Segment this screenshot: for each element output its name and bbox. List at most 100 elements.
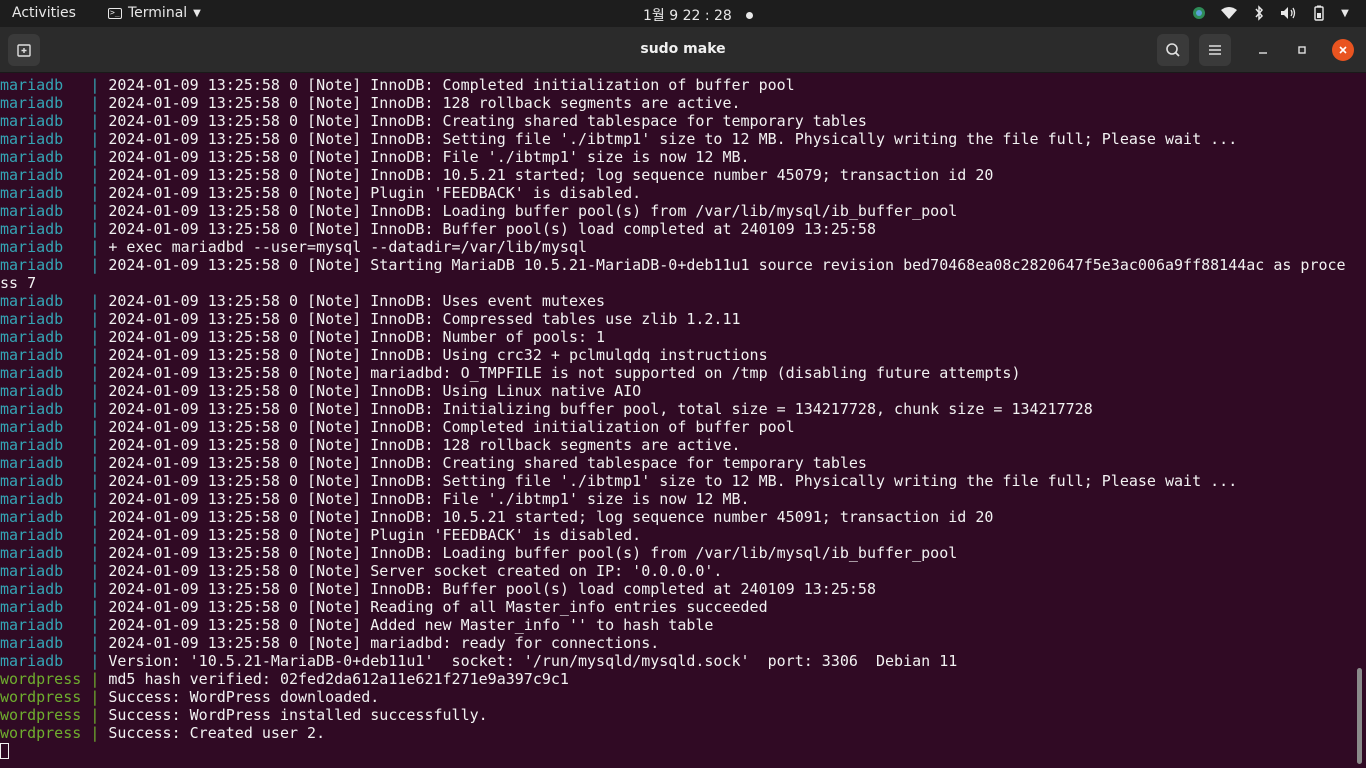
terminal-line: wordpress | Success: WordPress installed… (0, 706, 1358, 724)
terminal-line: mariadb | 2024-01-09 13:25:58 0 [Note] I… (0, 346, 1358, 364)
service-separator: | (90, 418, 109, 436)
service-name: mariadb (0, 310, 91, 328)
terminal-line: mariadb | 2024-01-09 13:25:58 0 [Note] I… (0, 148, 1358, 166)
terminal-output[interactable]: mariadb | 2024-01-09 13:25:58 0 [Note] I… (0, 76, 1358, 768)
system-menu-caret-icon[interactable]: ▼ (1340, 4, 1350, 22)
log-message: 2024-01-09 13:25:58 0 [Note] InnoDB: Fil… (108, 490, 750, 508)
activities-button[interactable]: Activities (12, 5, 76, 21)
service-name: mariadb (0, 292, 91, 310)
input-method-icon[interactable] (1190, 4, 1208, 22)
log-message: 2024-01-09 13:25:58 0 [Note] InnoDB: Cre… (108, 112, 867, 130)
log-message: md5 hash verified: 02fed2da612a11e621f27… (108, 670, 569, 688)
log-message: Success: WordPress installed successfull… (108, 706, 488, 724)
service-name: mariadb (0, 490, 91, 508)
terminal-line: ss 7 (0, 274, 1358, 292)
terminal-line: mariadb | Version: '10.5.21-MariaDB-0+de… (0, 652, 1358, 670)
terminal-icon: >_ (108, 7, 122, 19)
service-name: mariadb (0, 184, 91, 202)
battery-icon[interactable] (1310, 4, 1328, 22)
log-message: ss 7 (0, 274, 37, 292)
service-name: wordpress (0, 706, 91, 724)
terminal-scrollbar[interactable] (1357, 668, 1362, 764)
log-message: 2024-01-09 13:25:58 0 [Note] InnoDB: Com… (108, 418, 795, 436)
service-separator: | (90, 580, 109, 598)
terminal-line: mariadb | 2024-01-09 13:25:58 0 [Note] I… (0, 580, 1358, 598)
log-message: 2024-01-09 13:25:58 0 [Note] InnoDB: Com… (108, 76, 795, 94)
terminal-line: mariadb | 2024-01-09 13:25:58 0 [Note] I… (0, 544, 1358, 562)
terminal-line: mariadb | 2024-01-09 13:25:58 0 [Note] I… (0, 400, 1358, 418)
service-name: mariadb (0, 130, 91, 148)
service-name: mariadb (0, 400, 91, 418)
log-message: 2024-01-09 13:25:58 0 [Note] InnoDB: Usi… (108, 346, 768, 364)
service-separator: | (90, 220, 109, 238)
terminal-line: mariadb | 2024-01-09 13:25:58 0 [Note] P… (0, 526, 1358, 544)
close-icon (1339, 46, 1347, 54)
menu-button[interactable] (1199, 34, 1231, 66)
log-message: 2024-01-09 13:25:58 0 [Note] InnoDB: Set… (108, 130, 1238, 148)
service-name: mariadb (0, 238, 91, 256)
service-separator: | (90, 346, 109, 364)
service-separator: | (90, 202, 109, 220)
log-message: 2024-01-09 13:25:58 0 [Note] InnoDB: Cre… (108, 454, 867, 472)
service-separator: | (90, 256, 109, 274)
log-message: 2024-01-09 13:25:58 0 [Note] Added new M… (108, 616, 714, 634)
service-name: mariadb (0, 112, 91, 130)
service-name: mariadb (0, 256, 91, 274)
terminal-line: mariadb | 2024-01-09 13:25:58 0 [Note] R… (0, 598, 1358, 616)
service-name: wordpress (0, 724, 91, 742)
terminal-line: mariadb | 2024-01-09 13:25:58 0 [Note] I… (0, 472, 1358, 490)
terminal-prompt-line[interactable] (0, 742, 1358, 760)
log-message: 2024-01-09 13:25:58 0 [Note] InnoDB: Loa… (108, 202, 958, 220)
service-name: mariadb (0, 364, 91, 382)
clock-button[interactable]: 1월 9 22 : 28 (643, 5, 753, 25)
log-message: 2024-01-09 13:25:58 0 [Note] Reading of … (108, 598, 768, 616)
app-menu-label: Terminal (128, 5, 188, 21)
log-message: Success: WordPress downloaded. (108, 688, 380, 706)
clock-label: 1월 9 22 : 28 (643, 8, 732, 24)
volume-icon[interactable] (1280, 4, 1298, 22)
service-name: mariadb (0, 220, 91, 238)
terminal-line: mariadb | 2024-01-09 13:25:58 0 [Note] S… (0, 562, 1358, 580)
service-separator: | (90, 526, 109, 544)
terminal-line: mariadb | 2024-01-09 13:25:58 0 [Note] I… (0, 202, 1358, 220)
service-name: mariadb (0, 580, 91, 598)
terminal-line: mariadb | 2024-01-09 13:25:58 0 [Note] m… (0, 364, 1358, 382)
terminal-line: mariadb | 2024-01-09 13:25:58 0 [Note] I… (0, 76, 1358, 94)
service-name: wordpress (0, 670, 91, 688)
system-tray[interactable]: ▼ (1190, 4, 1350, 22)
service-separator: | (90, 598, 109, 616)
service-name: mariadb (0, 472, 91, 490)
log-message: Version: '10.5.21-MariaDB-0+deb11u1' soc… (108, 652, 958, 670)
wifi-icon[interactable] (1220, 4, 1238, 22)
service-name: mariadb (0, 148, 91, 166)
service-name: mariadb (0, 616, 91, 634)
minimize-icon (1259, 52, 1267, 54)
service-separator: | (90, 76, 109, 94)
terminal-line: mariadb | 2024-01-09 13:25:58 0 [Note] I… (0, 310, 1358, 328)
terminal-line: wordpress | md5 hash verified: 02fed2da6… (0, 670, 1358, 688)
service-separator: | (90, 472, 109, 490)
service-separator: | (90, 238, 109, 256)
log-message: 2024-01-09 13:25:58 0 [Note] mariadbd: O… (108, 364, 1021, 382)
close-button[interactable] (1332, 39, 1354, 61)
system-top-bar: Activities >_ Terminal ▼ 1월 9 22 : 28 ▼ (0, 0, 1366, 27)
terminal-line: mariadb | 2024-01-09 13:25:58 0 [Note] I… (0, 328, 1358, 346)
service-separator: | (90, 364, 109, 382)
log-message: 2024-01-09 13:25:58 0 [Note] mariadbd: r… (108, 634, 660, 652)
terminal-line: mariadb | 2024-01-09 13:25:58 0 [Note] I… (0, 130, 1358, 148)
maximize-button[interactable] (1291, 39, 1313, 61)
service-separator: | (90, 166, 109, 184)
service-name: wordpress (0, 688, 91, 706)
service-separator: | (90, 724, 109, 742)
bluetooth-icon[interactable] (1250, 4, 1268, 22)
service-name: mariadb (0, 328, 91, 346)
log-message: Success: Created user 2. (108, 724, 326, 742)
service-name: mariadb (0, 94, 91, 112)
service-separator: | (90, 130, 109, 148)
search-button[interactable] (1157, 34, 1189, 66)
terminal-line: mariadb | 2024-01-09 13:25:58 0 [Note] A… (0, 616, 1358, 634)
service-separator: | (90, 400, 109, 418)
app-menu-button[interactable]: >_ Terminal ▼ (108, 5, 201, 21)
minimize-button[interactable] (1252, 39, 1274, 61)
terminal-line: wordpress | Success: WordPress downloade… (0, 688, 1358, 706)
